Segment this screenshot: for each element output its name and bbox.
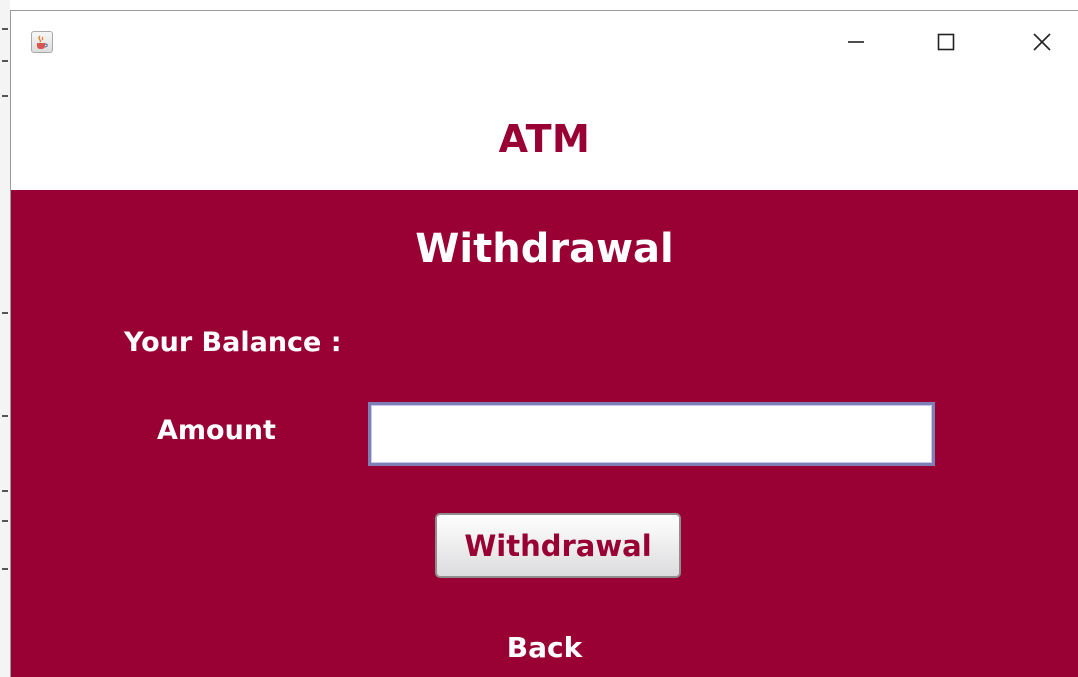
maximize-icon	[937, 33, 955, 51]
close-icon	[1033, 33, 1051, 51]
app-title: ATM	[498, 117, 591, 161]
close-button[interactable]	[1019, 25, 1065, 59]
title-bar[interactable]	[11, 11, 1078, 77]
header: ATM	[11, 77, 1078, 190]
background-window-edge	[0, 0, 10, 677]
amount-label: Amount	[157, 415, 276, 446]
screen: ATM Withdrawal Your Balance : Amount Wit…	[0, 0, 1078, 677]
java-cup-icon[interactable]	[31, 31, 53, 53]
amount-input[interactable]	[368, 402, 935, 466]
balance-label: Your Balance :	[124, 327, 342, 358]
back-link[interactable]: Back	[11, 631, 1078, 664]
withdrawal-button[interactable]: Withdrawal	[435, 513, 681, 578]
atm-window: ATM Withdrawal Your Balance : Amount Wit…	[10, 10, 1078, 677]
withdrawal-panel: Withdrawal Your Balance : Amount Withdra…	[11, 190, 1078, 677]
minimize-button[interactable]	[833, 25, 879, 59]
page-title: Withdrawal	[415, 226, 674, 272]
maximize-button[interactable]	[923, 25, 969, 59]
minimize-icon	[848, 41, 864, 43]
